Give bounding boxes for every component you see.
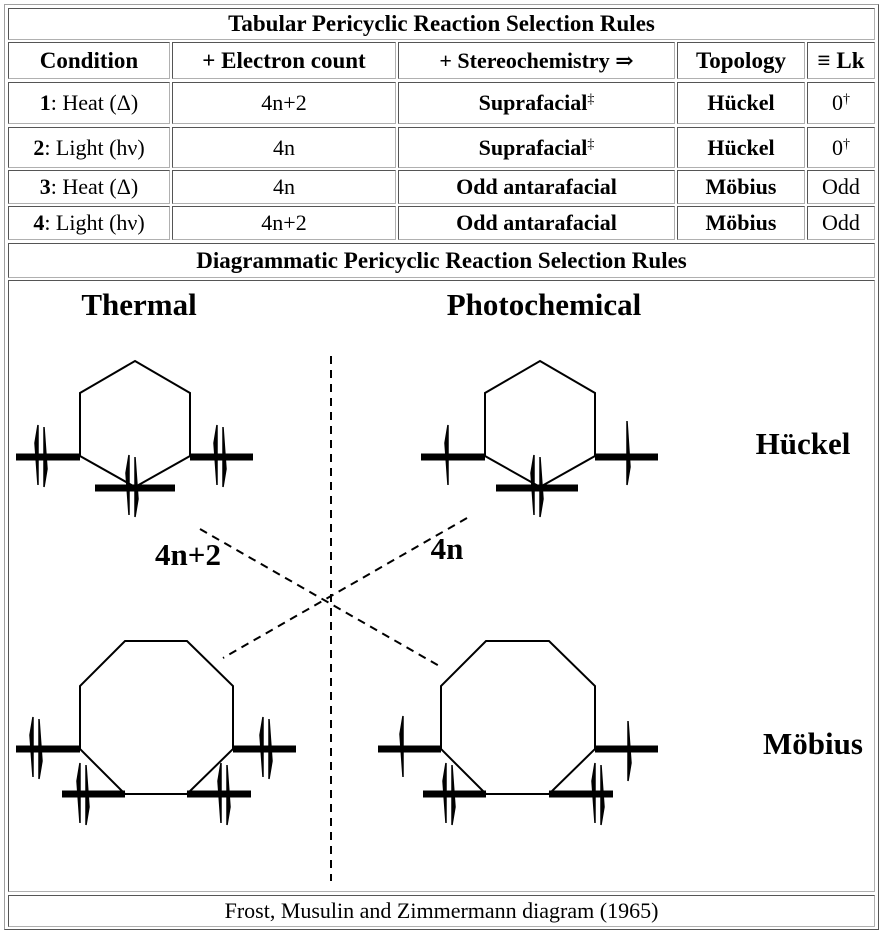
rule-number: 2	[33, 134, 45, 160]
topology: Möbius	[705, 210, 777, 235]
spin-down-arrow	[134, 456, 139, 518]
table-title: Tabular Pericyclic Reaction Selection Ru…	[8, 8, 875, 40]
topology: Möbius	[705, 174, 777, 199]
rule-number: 1	[39, 90, 51, 115]
row-condition: 2: Light (hν)	[8, 127, 170, 168]
electron-count: 4n	[273, 174, 295, 199]
thermal-column-label: Thermal	[81, 287, 197, 322]
row-lk: Odd	[807, 170, 875, 204]
spin-up-arrow	[217, 762, 222, 824]
spin-up-arrow	[442, 762, 447, 824]
label-4n: 4n	[431, 531, 464, 566]
spin-down-arrow	[268, 718, 273, 780]
header-topology: Topology	[677, 42, 805, 79]
spin-up-arrow	[213, 424, 218, 486]
spin-up-arrow	[125, 454, 130, 516]
row-condition: 1: Heat (Δ)	[8, 82, 170, 124]
row-topology: Möbius	[677, 206, 805, 240]
thermal-mobius-octagon	[79, 640, 234, 795]
linking-number: 0	[832, 90, 843, 115]
header-lk: ≡ Lk	[807, 42, 875, 79]
topology: Hückel	[707, 90, 775, 115]
condition-label: : Light (hν)	[44, 210, 145, 235]
row-condition: 4: Light (hν)	[8, 206, 170, 240]
diagram-title: Diagrammatic Pericyclic Reaction Selecti…	[8, 243, 875, 278]
stereochemistry: Odd antarafacial	[456, 210, 617, 235]
huckel-row-label: Hückel	[756, 426, 851, 461]
cross-dashed-line-1	[199, 528, 442, 668]
row-topology: Hückel	[677, 82, 805, 124]
header-condition: Condition	[8, 42, 170, 79]
electron-count: 4n+2	[261, 210, 307, 235]
topology: Hückel	[707, 134, 775, 160]
linking-number: Odd	[822, 174, 860, 199]
stereochemistry: Suprafacial	[478, 134, 588, 160]
row-stereochemistry: Odd antarafacial	[398, 170, 675, 204]
rule-number: 3	[39, 174, 51, 199]
label-4n-plus-2: 4n+2	[155, 537, 221, 572]
stereochemistry: Suprafacial	[478, 90, 588, 115]
spin-down-arrow	[539, 456, 544, 518]
condition-label: : Light (hν)	[44, 134, 145, 160]
row-electron-count: 4n	[172, 127, 396, 168]
row-lk: Odd	[807, 206, 875, 240]
spin-up-arrow	[530, 454, 535, 516]
photo-mobius-octagon	[440, 640, 596, 795]
spin-down-arrow	[226, 764, 231, 826]
condition-label: : Heat (Δ)	[50, 174, 139, 199]
electron-count: 4n	[273, 134, 295, 160]
row-stereochemistry: Suprafacial ‡	[398, 127, 675, 168]
row-electron-count: 4n+2	[172, 206, 396, 240]
row-topology: Hückel	[677, 127, 805, 168]
spin-up-arrow	[399, 715, 404, 778]
spin-up-arrow	[29, 716, 34, 778]
condition-label: : Heat (Δ)	[50, 90, 139, 115]
spin-up-arrow	[76, 762, 81, 824]
row-stereochemistry: Suprafacial ‡	[398, 82, 675, 124]
linking-number: Odd	[822, 210, 860, 235]
spin-up-arrow	[259, 716, 264, 778]
frost-musulin-diagram: Thermal Photochemical Hückel Möbius 4n+2…	[16, 287, 863, 881]
row-topology: Möbius	[677, 170, 805, 204]
spin-up-arrow	[591, 762, 596, 824]
row-lk: 0 †	[807, 82, 875, 124]
diagram-caption: Frost, Musulin and Zimmermann diagram (1…	[8, 895, 875, 927]
spin-down-arrow	[43, 426, 48, 488]
spin-down-arrow	[451, 764, 456, 826]
rule-number: 4	[33, 210, 45, 235]
row-stereochemistry: Odd antarafacial	[398, 206, 675, 240]
spin-down-arrow	[38, 718, 43, 780]
spin-down-arrow	[222, 426, 227, 488]
row-lk: 0 †	[807, 127, 875, 168]
row-condition: 3: Heat (Δ)	[8, 170, 170, 204]
header-stereochemistry: + Stereochemistry ⇒	[398, 42, 675, 79]
header-electron-count: + Electron count	[172, 42, 396, 79]
linking-number: 0	[832, 134, 843, 160]
spin-down-arrow	[626, 420, 631, 486]
diagram-panel: Thermal Photochemical Hückel Möbius 4n+2…	[8, 280, 875, 892]
row-electron-count: 4n+2	[172, 82, 396, 124]
row-electron-count: 4n	[172, 170, 396, 204]
electron-count: 4n+2	[261, 90, 307, 115]
spin-down-arrow	[85, 764, 90, 826]
mobius-row-label: Möbius	[763, 726, 863, 761]
spin-down-arrow	[627, 720, 632, 782]
photochemical-column-label: Photochemical	[447, 287, 642, 322]
spin-up-arrow	[34, 424, 39, 486]
stereochemistry: Odd antarafacial	[456, 174, 617, 199]
spin-up-arrow	[444, 424, 449, 486]
spin-down-arrow	[600, 764, 605, 826]
